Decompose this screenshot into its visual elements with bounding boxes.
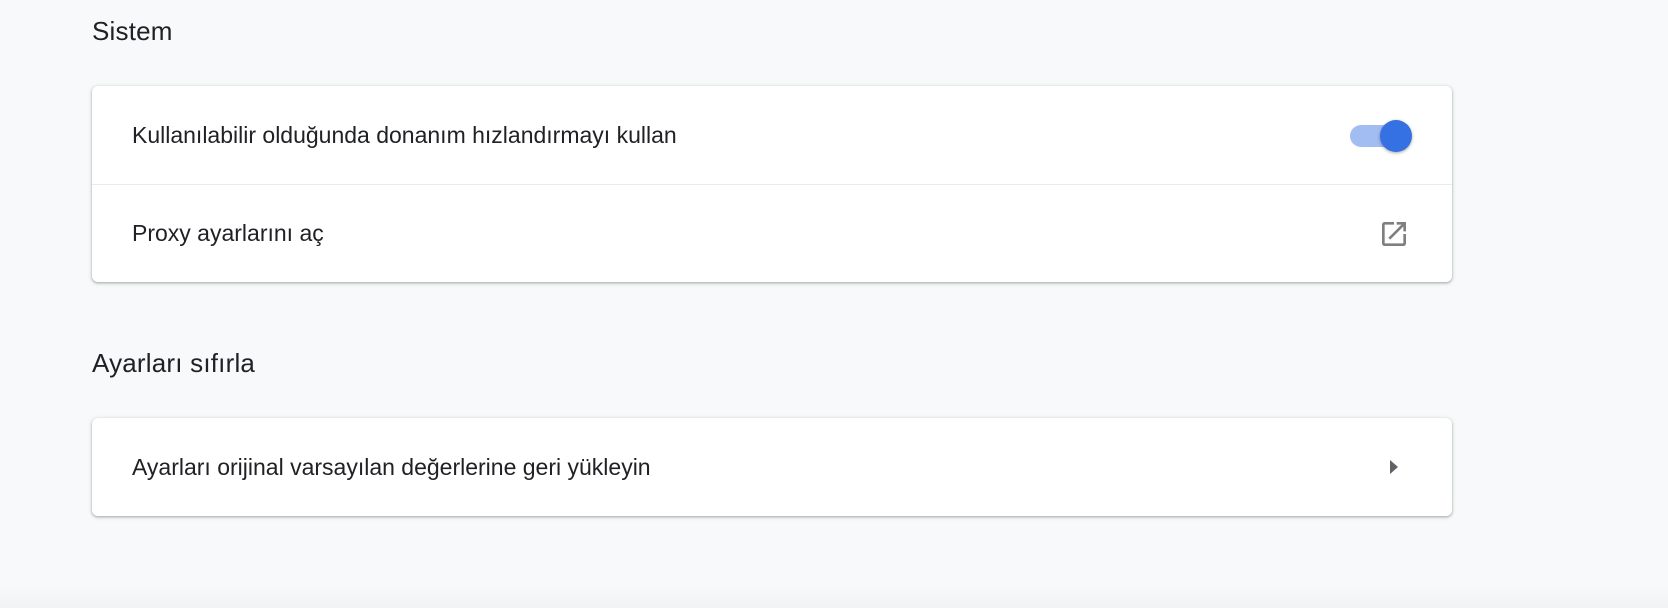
proxy-settings-row[interactable]: Proxy ayarlarını aç xyxy=(92,184,1452,282)
restore-defaults-label: Ayarları orijinal varsayılan değerlerine… xyxy=(132,453,651,480)
settings-page: Sistem Kullanılabilir olduğunda donanım … xyxy=(0,0,1668,608)
restore-defaults-arrow-button[interactable] xyxy=(1374,447,1414,487)
restore-defaults-row[interactable]: Ayarları orijinal varsayılan değerlerine… xyxy=(92,418,1452,516)
open-in-new-button[interactable] xyxy=(1374,214,1414,254)
system-card: Kullanılabilir olduğunda donanım hızland… xyxy=(92,86,1452,282)
hardware-acceleration-row[interactable]: Kullanılabilir olduğunda donanım hızland… xyxy=(92,86,1452,184)
hardware-acceleration-label: Kullanılabilir olduğunda donanım hızland… xyxy=(132,121,677,148)
proxy-settings-label: Proxy ayarlarını aç xyxy=(132,220,324,246)
reset-card: Ayarları orijinal varsayılan değerlerine… xyxy=(92,418,1452,516)
external-link-icon xyxy=(1382,221,1406,246)
hardware-acceleration-toggle[interactable] xyxy=(1348,118,1412,152)
arrow-right-icon xyxy=(1390,460,1398,474)
section-title-reset: Ayarları sıfırla xyxy=(92,348,256,378)
bottom-shade xyxy=(0,584,1668,608)
toggle-knob xyxy=(1380,120,1412,152)
section-title-system: Sistem xyxy=(92,16,173,46)
